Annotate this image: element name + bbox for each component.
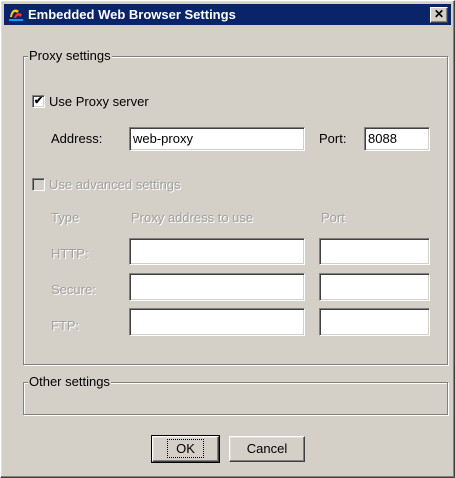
- use-advanced-checkbox[interactable]: [32, 178, 45, 191]
- close-icon: ✕: [433, 7, 445, 21]
- http-port-input[interactable]: [319, 238, 430, 265]
- ok-button-label: OK: [167, 439, 204, 458]
- port-input[interactable]: 8088: [364, 127, 430, 151]
- cancel-button[interactable]: Cancel: [229, 436, 305, 462]
- ftp-label: FTP:: [51, 318, 80, 333]
- use-proxy-checkbox[interactable]: ✔: [32, 95, 45, 108]
- proxy-address-column-header: Proxy address to use: [131, 210, 254, 225]
- window-title: Embedded Web Browser Settings: [28, 7, 236, 22]
- browser-settings-icon: [8, 7, 24, 21]
- proxy-settings-legend: Proxy settings: [28, 48, 112, 63]
- port-column-header: Port: [321, 210, 345, 225]
- use-proxy-label: Use Proxy server: [49, 94, 149, 109]
- ftp-port-input[interactable]: [319, 308, 430, 336]
- secure-address-input[interactable]: [129, 273, 305, 301]
- title-bar[interactable]: Embedded Web Browser Settings ✕: [4, 4, 451, 25]
- ftp-address-input[interactable]: [129, 308, 305, 336]
- secure-port-input[interactable]: [319, 273, 430, 301]
- address-label: Address:: [51, 131, 103, 146]
- checkmark-icon: ✔: [33, 95, 44, 107]
- other-settings-legend: Other settings: [28, 374, 111, 389]
- other-settings-group: Other settings: [23, 374, 448, 415]
- address-input[interactable]: web-proxy: [129, 127, 305, 151]
- port-label: Port:: [319, 131, 347, 146]
- close-button[interactable]: ✕: [430, 7, 448, 23]
- ok-button[interactable]: OK: [151, 435, 220, 463]
- http-address-input[interactable]: [129, 238, 305, 265]
- settings-dialog: Embedded Web Browser Settings ✕ Proxy se…: [0, 0, 455, 478]
- use-advanced-label: Use advanced settings: [49, 177, 181, 192]
- secure-label: Secure:: [51, 282, 96, 297]
- type-column-header: Type: [51, 210, 80, 225]
- http-label: HTTP:: [51, 246, 89, 261]
